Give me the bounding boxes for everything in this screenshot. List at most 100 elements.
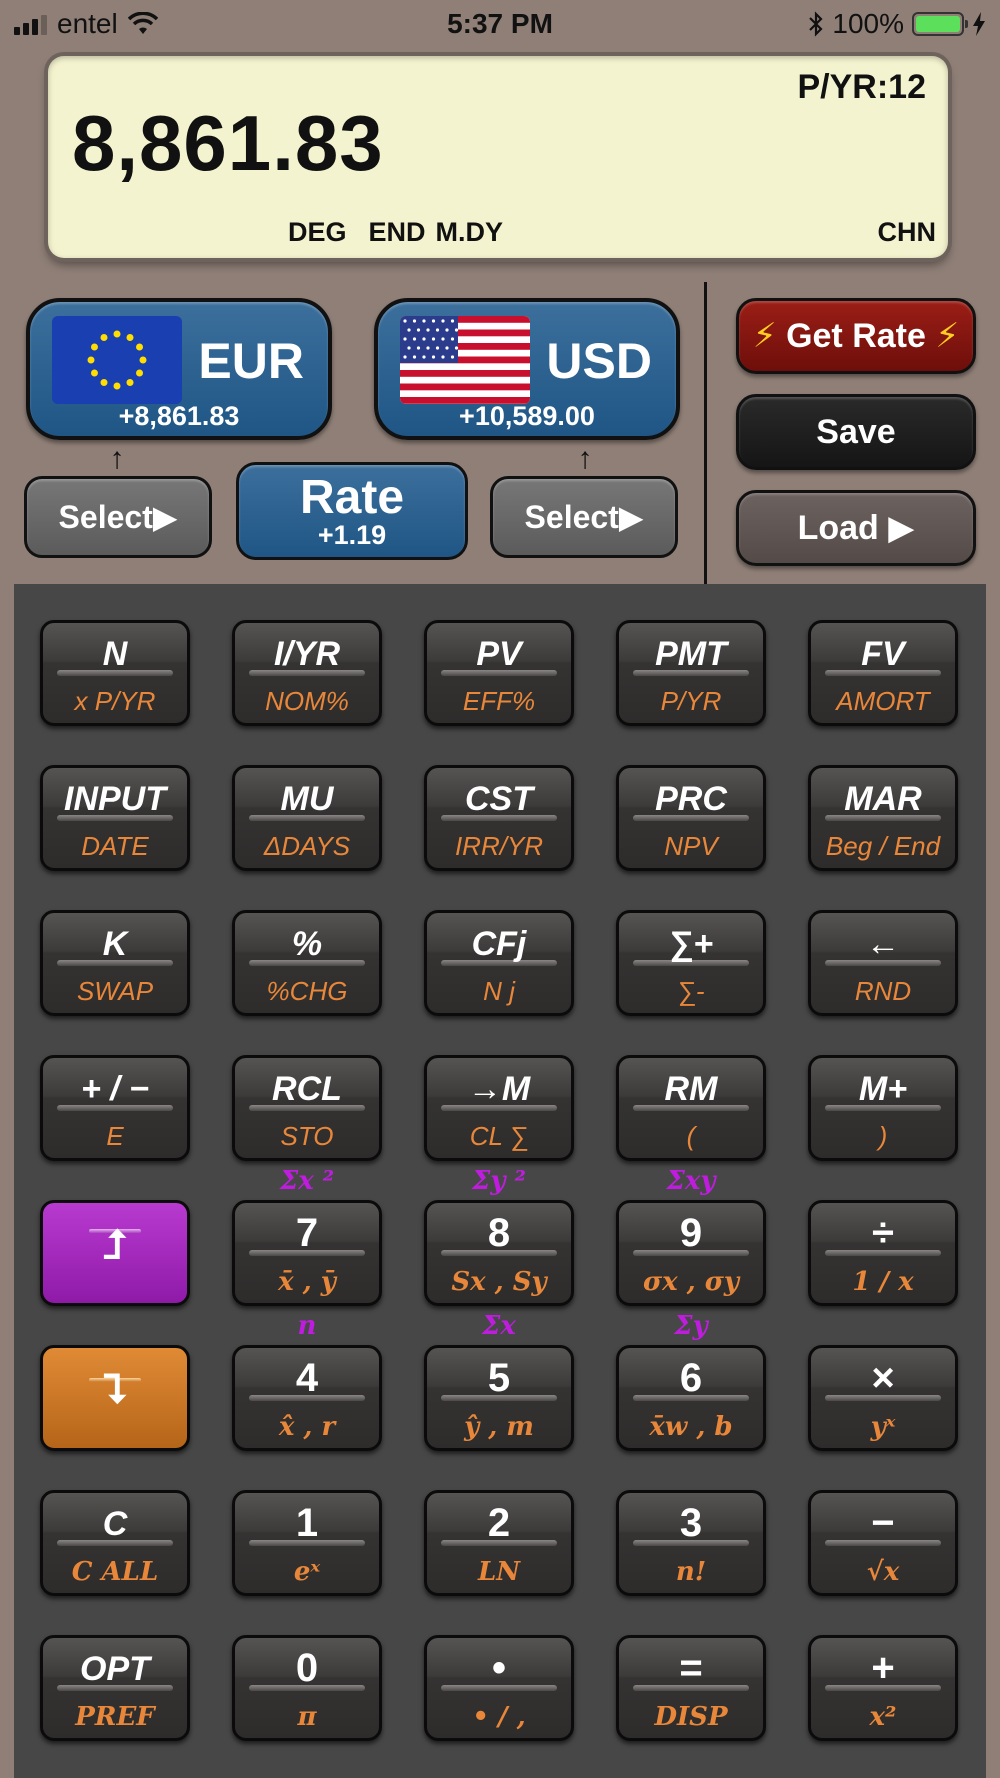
key-mu[interactable]: MU ΔDAYS [232, 765, 382, 871]
key-m[interactable]: →M CL ∑ [424, 1055, 574, 1161]
get-rate-button[interactable]: ⚡ Get Rate ⚡ [736, 298, 976, 374]
key-5[interactable]: 5 ŷ , m [424, 1345, 574, 1451]
key-label: CST [465, 780, 533, 818]
key-shift-label: ∑- [677, 976, 705, 1006]
key-sym[interactable]: + x² [808, 1635, 958, 1741]
shift-down-arrow-icon: ⮧ [103, 1368, 127, 1412]
rate-button[interactable]: Rate +1.19 [236, 462, 468, 560]
key-9[interactable]: 9 σx , σy [616, 1200, 766, 1306]
stat-label: n [297, 1311, 317, 1341]
load-button[interactable]: Load ▶ [736, 490, 976, 566]
key-label: MAR [844, 780, 922, 818]
key-c[interactable]: C C ALL [40, 1490, 190, 1596]
key-8[interactable]: 8 Sx , Sy [424, 1200, 574, 1306]
lcd-display: P/YR:12 8,861.83 DEG END M.DY CHN [48, 56, 948, 258]
key-n[interactable]: Nx P/YR [40, 620, 190, 726]
key-label: RM [664, 1070, 718, 1108]
key-shift-label: P/YR [660, 686, 722, 716]
select-to-currency-button[interactable]: Select▶ [490, 476, 678, 558]
key-shift-label: Sx , Sy [451, 1267, 547, 1297]
flag-end: END [368, 217, 426, 247]
shift-up-key[interactable]: ⮥ [40, 1200, 190, 1306]
key-shift-label: AMORT [836, 686, 930, 716]
key-0[interactable]: 0π [232, 1635, 382, 1741]
key-6[interactable]: 6 x̄w , b [616, 1345, 766, 1451]
to-currency-code: USD [546, 333, 652, 389]
from-currency-button[interactable]: EUR +8,861.83 [26, 298, 332, 440]
status-right: 100% [808, 8, 986, 40]
key-shift-label: STO [280, 1121, 334, 1151]
key-sym[interactable]: × yˣ [808, 1345, 958, 1451]
key-label: = [679, 1646, 703, 1690]
key-opt[interactable]: OPT PREF [40, 1635, 190, 1741]
key-shift-label: PREF [75, 1702, 155, 1732]
stat-label: Σxy [666, 1166, 716, 1196]
key-shift-label: EFF% [462, 686, 536, 716]
key-label: + [871, 1646, 895, 1690]
key-shift-label: Beg / End [825, 831, 941, 861]
key-shift-label: x̄ , ȳ [278, 1267, 336, 1297]
key-sym[interactable]: • • / , [424, 1635, 574, 1741]
key-label: PRC [655, 780, 727, 818]
key-sym[interactable]: − √x [808, 1490, 958, 1596]
key-cst[interactable]: CST IRR/YR [424, 765, 574, 871]
key-m[interactable]: M+) [808, 1055, 958, 1161]
key-shift-label: E [106, 1121, 124, 1151]
rate-value: +1.19 [317, 520, 387, 550]
key-shift-label: ΔDAYS [263, 831, 351, 861]
key-label: ÷ [872, 1211, 894, 1255]
key-label: 1 [295, 1501, 319, 1545]
key-shift-label: yˣ [870, 1412, 896, 1442]
key-7[interactable]: 7 x̄ , ȳ [232, 1200, 382, 1306]
flag-date: M.DY [435, 217, 504, 247]
key-shift-label: LN [477, 1557, 521, 1587]
key-pmt[interactable]: PMT P/YR [616, 620, 766, 726]
key-4[interactable]: 4 x̂ , r [232, 1345, 382, 1451]
eu-flag-icon [52, 316, 182, 404]
key-prc[interactable]: PRC NPV [616, 765, 766, 871]
key-shift-label: x̂ , r [278, 1412, 336, 1442]
key-shift-label: π [297, 1702, 317, 1732]
save-button[interactable]: Save [736, 394, 976, 470]
display-value: 8,861.83 [72, 99, 384, 187]
display-flags: DEG END M.DY [288, 217, 503, 248]
shift-down-key[interactable]: ⮧ [40, 1345, 190, 1451]
key-input[interactable]: INPUT DATE [40, 765, 190, 871]
key-k[interactable]: K SWAP [40, 910, 190, 1016]
charging-icon [973, 12, 985, 36]
lightning-icon: ⚡ [935, 317, 960, 355]
select-from-currency-button[interactable]: Select▶ [24, 476, 212, 558]
key-3[interactable]: 3 n! [616, 1490, 766, 1596]
key-sym[interactable]: = DISP [616, 1635, 766, 1741]
key-cfj[interactable]: CFj N j [424, 910, 574, 1016]
key-2[interactable]: 2 LN [424, 1490, 574, 1596]
key-pv[interactable]: PV EFF% [424, 620, 574, 726]
arrow-up-icon: ↑ [577, 442, 593, 475]
key-sym[interactable]: + / − E [40, 1055, 190, 1161]
key-label: 0 [295, 1646, 319, 1690]
key-shift-label: NPV [664, 831, 718, 861]
key-mar[interactable]: MAR Beg / End [808, 765, 958, 871]
key-i-yr[interactable]: I/YR NOM% [232, 620, 382, 726]
to-currency-amount: +10,589.00 [459, 401, 595, 431]
key-sym[interactable]: ∑+ ∑- [616, 910, 766, 1016]
key-label: 4 [295, 1356, 319, 1400]
key-label: K [102, 925, 128, 963]
key-rcl[interactable]: RCL STO [232, 1055, 382, 1161]
key-1[interactable]: 1 eˣ [232, 1490, 382, 1596]
key-fv[interactable]: FV AMORT [808, 620, 958, 726]
key-label: + / − [80, 1070, 150, 1108]
to-currency-button[interactable]: USD +10,589.00 [374, 298, 680, 440]
key-shift-label: RND [854, 976, 912, 1006]
key-sym[interactable]: ← RND [808, 910, 958, 1016]
key-label: FV [861, 635, 905, 673]
key-rm[interactable]: RM ( [616, 1055, 766, 1161]
us-flag-icon [400, 316, 530, 404]
key-sym[interactable]: % %CHG [232, 910, 382, 1016]
key-label: − [871, 1501, 895, 1545]
get-rate-label: Get Rate [786, 317, 926, 355]
key-sym[interactable]: ÷ 1 / x [808, 1200, 958, 1306]
rate-label: Rate [299, 471, 405, 524]
stat-label: Σx [482, 1311, 516, 1341]
key-shift-label: NOM% [265, 686, 349, 716]
